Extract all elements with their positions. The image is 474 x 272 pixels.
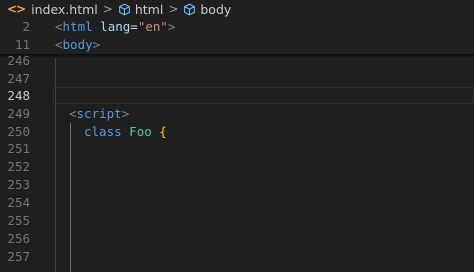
line-number: 252 — [7, 159, 30, 174]
breadcrumb-item-label: body — [200, 1, 232, 17]
code-line[interactable]: 253 — [0, 176, 474, 194]
symbol-cube-icon — [183, 3, 196, 16]
breadcrumb-file-label: index.html — [31, 1, 98, 17]
line-number: 251 — [7, 141, 30, 156]
breadcrumb-item-label: html — [134, 1, 164, 17]
line-number: 2 — [22, 19, 30, 34]
line-number: 249 — [7, 106, 30, 121]
line-number: 246 — [7, 53, 30, 68]
code-line[interactable]: 257 — [0, 248, 474, 266]
line-number: 257 — [7, 249, 30, 264]
code-line[interactable]: 247 — [0, 70, 474, 88]
code-line[interactable]: 252 — [0, 158, 474, 176]
chevron-right-icon: > — [168, 2, 179, 16]
breadcrumb-item-html[interactable]: html — [118, 0, 163, 18]
breadcrumb-file[interactable]: <> index.html — [0, 0, 98, 18]
code-line[interactable]: 256 — [0, 230, 474, 248]
breadcrumb: <> index.html > html > body — [0, 0, 474, 18]
code-line[interactable]: 251 — [0, 140, 474, 158]
code-line[interactable]: 246 — [0, 52, 474, 70]
code-line[interactable]: 250 class Foo { — [0, 123, 474, 141]
line-number: 248 — [7, 88, 30, 103]
code-line-current[interactable]: 248 — [0, 87, 474, 105]
code-line[interactable]: 255 — [0, 212, 474, 230]
code-line[interactable]: 249 <script> — [0, 105, 474, 123]
chevron-right-icon: > — [102, 2, 113, 16]
symbol-cube-icon — [118, 3, 131, 16]
line-number: 250 — [7, 124, 30, 139]
code-text: <script> — [69, 106, 130, 121]
breadcrumb-item-body[interactable]: body — [183, 0, 231, 18]
sticky-line[interactable]: 2 <html lang="en"> — [0, 18, 474, 36]
html-file-icon: <> — [7, 2, 26, 16]
code-line[interactable]: 254 — [0, 194, 474, 212]
line-number: 247 — [7, 71, 30, 86]
sticky-scroll: 2 <html lang="en"> 11 <body> — [0, 18, 474, 54]
line-number: 255 — [7, 213, 30, 228]
code-text: class Foo { — [84, 124, 167, 139]
code-text: <html lang="en"> — [55, 19, 176, 34]
line-number: 253 — [7, 177, 30, 192]
line-number: 254 — [7, 195, 30, 210]
line-number: 256 — [7, 231, 30, 246]
